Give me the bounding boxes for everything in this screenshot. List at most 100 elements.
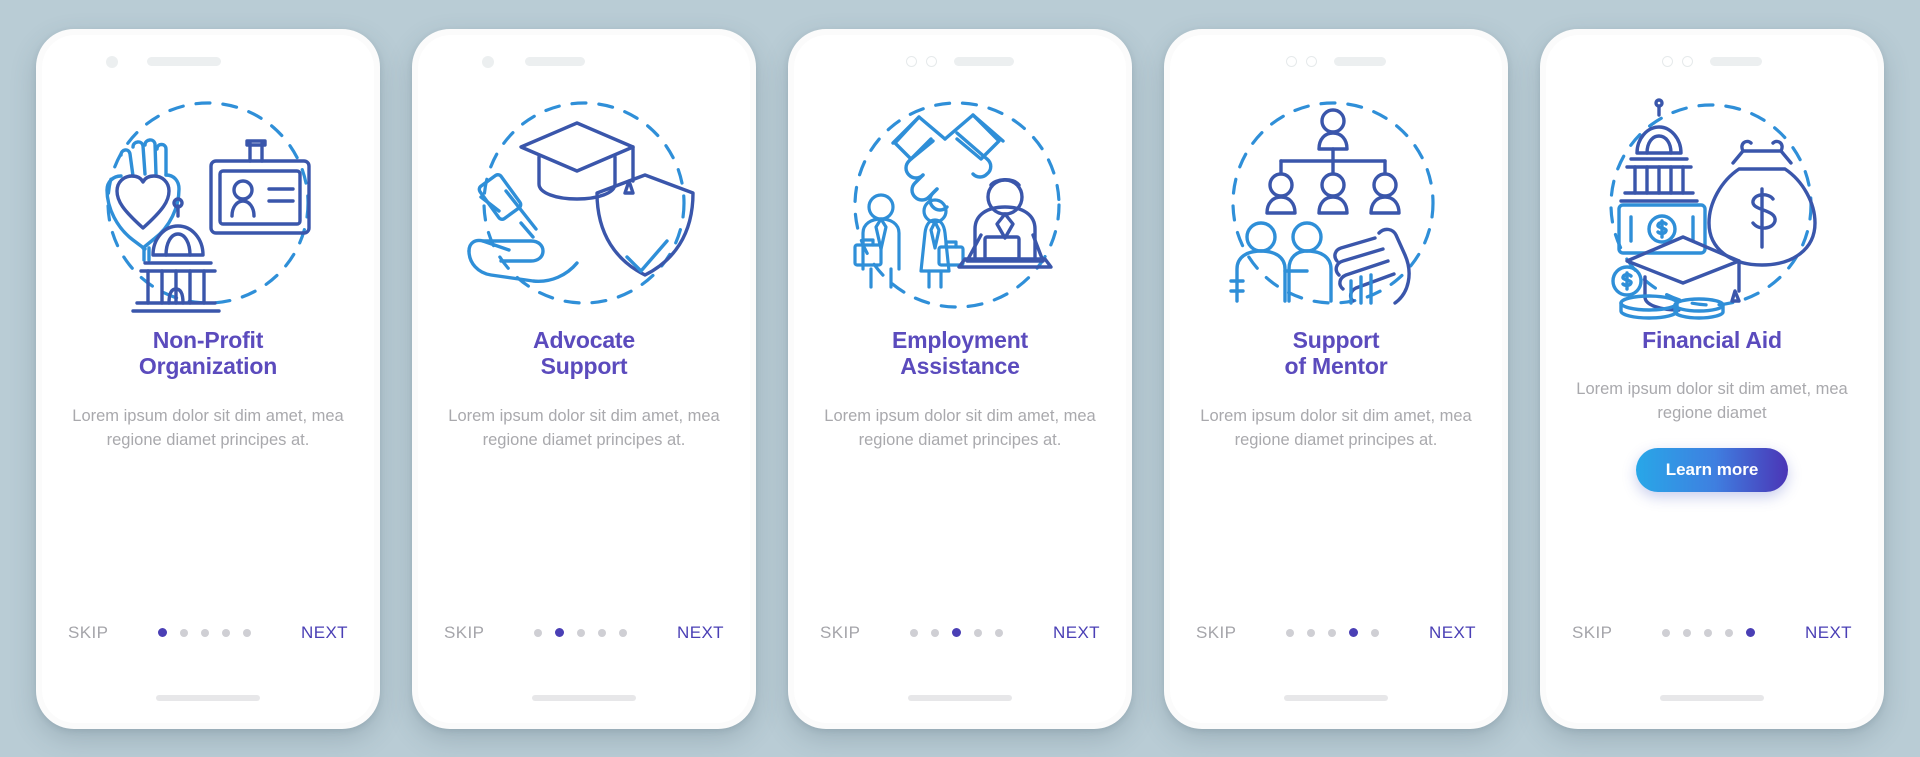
camera-ring-icon <box>1286 56 1297 67</box>
navigation-block: SKIP NEXT <box>42 613 374 723</box>
step-dot-1[interactable] <box>910 628 919 637</box>
step-dot-4[interactable] <box>1725 628 1734 637</box>
page-description: Lorem ipsum dolor sit dim amet, mea regi… <box>1200 407 1472 450</box>
navigation-block: SKIP NEXT <box>1170 613 1502 723</box>
step-indicator <box>534 628 628 637</box>
step-dot-2[interactable] <box>931 628 940 637</box>
step-indicator <box>1662 628 1756 637</box>
navigation-block: SKIP NEXT <box>1546 613 1878 723</box>
step-dot-5[interactable] <box>995 628 1004 637</box>
page-description: Lorem ipsum dolor sit dim amet, mea regi… <box>448 407 720 450</box>
next-button[interactable]: NEXT <box>677 623 724 643</box>
step-dot-1[interactable] <box>534 628 543 637</box>
phone-frame-2: Advocate Support Lorem ipsum dolor sit d… <box>412 28 756 729</box>
learn-more-button[interactable]: Learn more <box>1635 447 1789 492</box>
step-dot-4[interactable] <box>222 628 231 637</box>
home-indicator <box>908 694 1012 701</box>
page-title-line-2: Organization <box>138 353 278 380</box>
step-dot-4[interactable] <box>1349 628 1359 637</box>
speaker-grille-icon <box>525 57 585 66</box>
step-dot-4[interactable] <box>974 628 983 637</box>
navigation-row: SKIP NEXT <box>1170 623 1502 643</box>
phone-frame-5: Financial Aid Lorem ipsum dolor sit dim … <box>1540 28 1884 729</box>
home-indicator <box>532 694 636 701</box>
skip-button[interactable]: SKIP <box>1196 623 1236 643</box>
page-title: Employment Assistance <box>868 327 1052 381</box>
skip-button[interactable]: SKIP <box>68 623 108 643</box>
step-dot-3[interactable] <box>1328 628 1337 637</box>
navigation-block: SKIP NEXT <box>794 613 1126 723</box>
step-dot-5[interactable] <box>1746 628 1756 637</box>
page-description: Lorem ipsum dolor sit dim amet, mea regi… <box>824 407 1096 450</box>
status-notch <box>794 35 1126 79</box>
onboarding-screens-row: Non-Profit Organization Lorem ipsum dolo… <box>0 0 1920 757</box>
step-dot-5[interactable] <box>619 628 628 637</box>
status-notch <box>1546 35 1878 79</box>
step-dot-3[interactable] <box>201 628 210 637</box>
sensor-ring-icon <box>926 56 937 67</box>
step-dot-2[interactable] <box>180 628 189 637</box>
page-title: Financial Aid <box>1618 327 1806 354</box>
illustration-handshake-workers-laptop <box>794 79 1126 327</box>
step-dot-3[interactable] <box>1704 628 1713 637</box>
step-indicator <box>158 628 252 637</box>
page-description: Lorem ipsum dolor sit dim amet, mea regi… <box>1576 380 1848 423</box>
step-dot-2[interactable] <box>1683 628 1692 637</box>
page-title-line-2: Support <box>540 353 628 380</box>
step-dot-2[interactable] <box>555 628 565 637</box>
step-dot-3[interactable] <box>952 628 962 637</box>
next-button[interactable]: NEXT <box>1053 623 1100 643</box>
screen-non-profit-organization: Non-Profit Organization Lorem ipsum dolo… <box>42 34 374 723</box>
navigation-row: SKIP NEXT <box>794 623 1126 643</box>
page-title-line-1: Employment <box>891 326 1029 353</box>
step-dot-3[interactable] <box>577 628 586 637</box>
skip-button[interactable]: SKIP <box>1572 623 1612 643</box>
step-dot-1[interactable] <box>158 628 168 637</box>
home-indicator <box>1284 694 1388 701</box>
illustration-graduation-cap-gavel-shield <box>418 79 750 327</box>
sensor-ring-icon <box>1682 56 1693 67</box>
status-notch <box>1170 35 1502 79</box>
screen-advocate-support: Advocate Support Lorem ipsum dolor sit d… <box>418 34 750 723</box>
page-title-line-2: of Mentor <box>1284 353 1388 380</box>
illustration-capitol-money-bag-graduation-coins <box>1546 79 1878 327</box>
page-title-line-1: Non-Profit <box>152 326 264 353</box>
step-dot-2[interactable] <box>1307 628 1316 637</box>
camera-ring-icon <box>906 56 917 67</box>
skip-button[interactable]: SKIP <box>444 623 484 643</box>
step-dot-5[interactable] <box>1371 628 1380 637</box>
navigation-row: SKIP NEXT <box>418 623 750 643</box>
next-button[interactable]: NEXT <box>301 623 348 643</box>
next-button[interactable]: NEXT <box>1429 623 1476 643</box>
page-title: Advocate Support <box>509 327 659 381</box>
camera-dot-icon <box>482 55 494 68</box>
status-notch <box>418 35 750 79</box>
camera-dot-icon <box>106 55 118 68</box>
step-dot-1[interactable] <box>1286 628 1295 637</box>
navigation-block: SKIP NEXT <box>418 613 750 723</box>
page-title-line-1: Advocate <box>533 326 635 353</box>
phone-frame-3: Employment Assistance Lorem ipsum dolor … <box>788 28 1132 729</box>
speaker-grille-icon <box>1334 57 1386 66</box>
navigation-row: SKIP NEXT <box>42 623 374 643</box>
step-indicator <box>910 628 1004 637</box>
skip-button[interactable]: SKIP <box>820 623 860 643</box>
page-title: Non-Profit Organization <box>115 327 301 381</box>
illustration-org-chart-people-hand <box>1170 79 1502 327</box>
speaker-grille-icon <box>147 57 221 66</box>
page-title: Support of Mentor <box>1261 327 1412 381</box>
page-title-line-1: Financial Aid <box>1642 326 1782 353</box>
camera-ring-icon <box>1662 56 1673 67</box>
illustration-hands-heart-id-card-capitol <box>42 79 374 327</box>
next-button[interactable]: NEXT <box>1805 623 1852 643</box>
step-dot-5[interactable] <box>243 628 252 637</box>
home-indicator <box>1660 694 1764 701</box>
screen-support-of-mentor: Support of Mentor Lorem ipsum dolor sit … <box>1170 34 1502 723</box>
step-indicator <box>1286 628 1380 637</box>
phone-frame-4: Support of Mentor Lorem ipsum dolor sit … <box>1164 28 1508 729</box>
home-indicator <box>156 694 260 701</box>
screen-employment-assistance: Employment Assistance Lorem ipsum dolor … <box>794 34 1126 723</box>
step-dot-1[interactable] <box>1662 628 1671 637</box>
sensor-ring-icon <box>1306 56 1317 67</box>
step-dot-4[interactable] <box>598 628 607 637</box>
